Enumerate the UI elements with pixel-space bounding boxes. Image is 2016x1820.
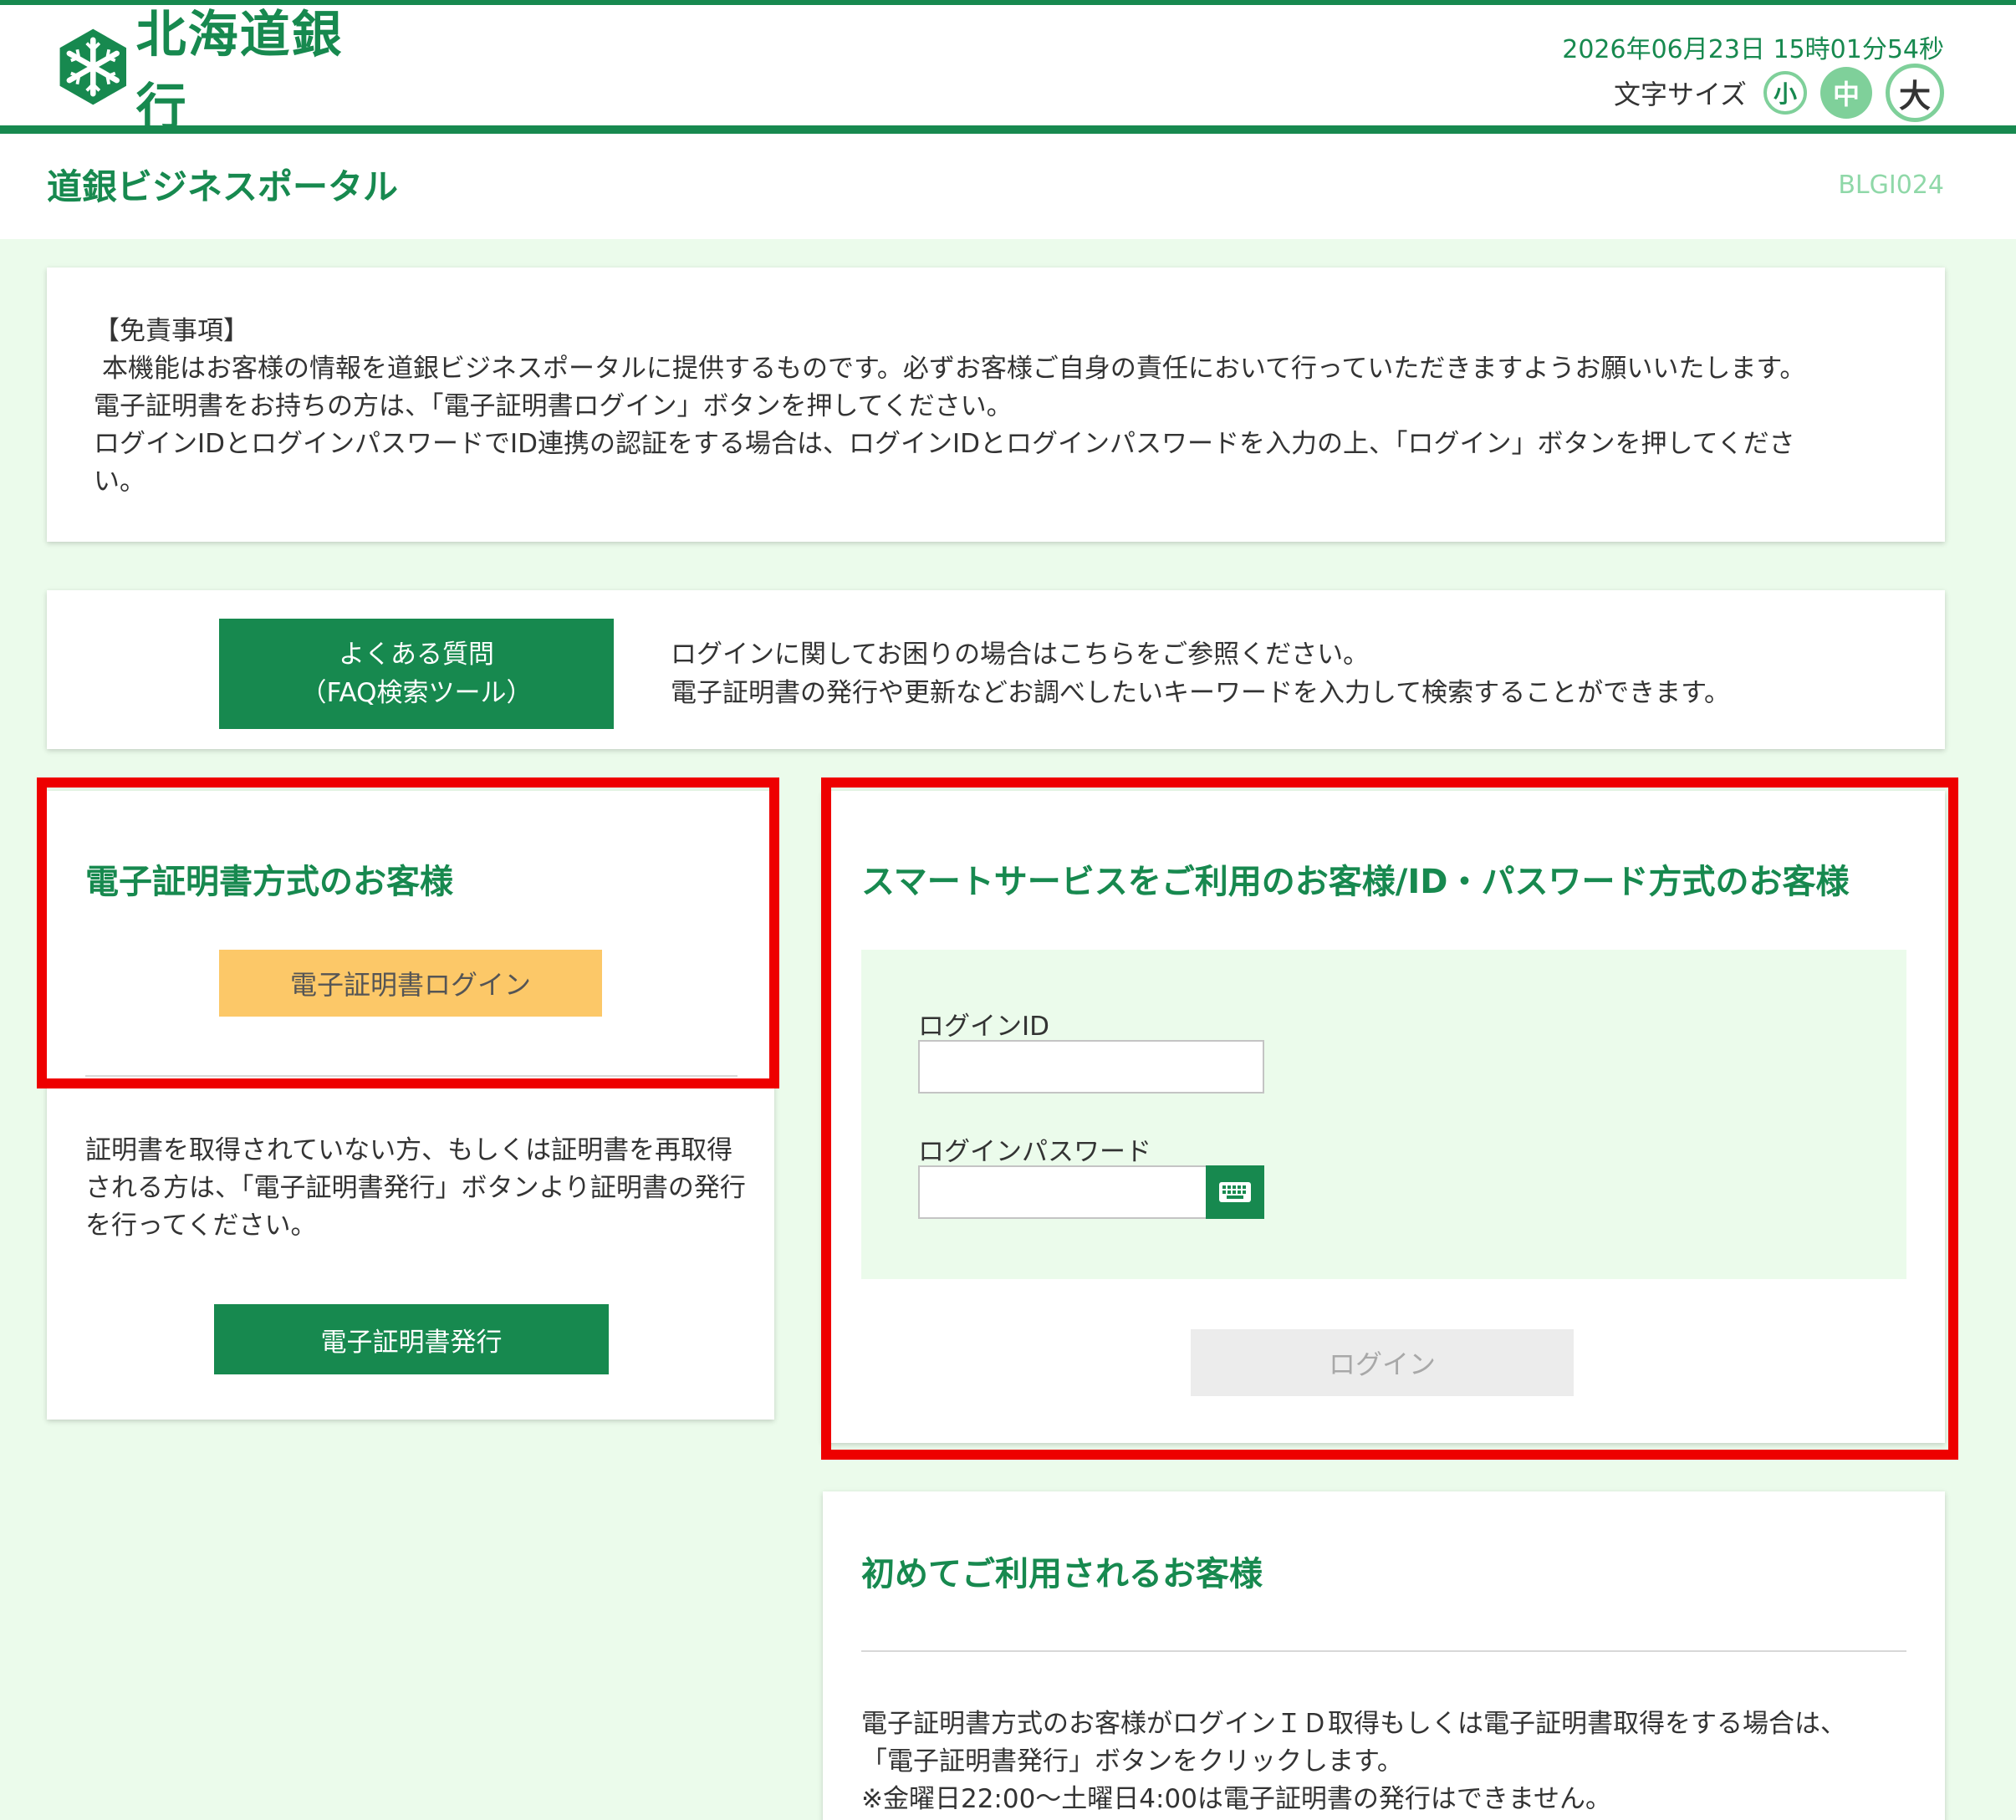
id-password-login-panel: スマートサービスをご利用のお客様/ID・パスワード方式のお客様 ログインID ロ… xyxy=(823,791,1945,1443)
first-time-description-line: 電子証明書方式のお客様がログインＩＤ取得もしくは電子証明書取得をする場合は、 xyxy=(861,1709,1846,1739)
faq-button[interactable]: よくある質問 （FAQ検索ツール） xyxy=(219,619,614,729)
certificate-description: 証明書を取得されていない方、もしくは証明書を再取得される方は、「電子証明書発行」… xyxy=(85,1135,746,1241)
keyboard-icon xyxy=(1219,1182,1251,1202)
certificate-section-title: 電子証明書方式のお客様 xyxy=(85,863,453,901)
font-size-small-button[interactable]: 小 xyxy=(1763,71,1807,115)
font-size-label: 文字サイズ xyxy=(1613,79,1747,110)
disclaimer-text: 本機能はお客様の情報を道銀ビジネスポータルに提供するものです。必ずお客様ご自身の… xyxy=(102,354,1806,384)
disclaimer-heading: 【免責事項】 xyxy=(94,316,249,346)
divider xyxy=(85,1075,737,1077)
font-size-medium-button[interactable]: 中 xyxy=(1820,67,1872,119)
first-time-panel: 初めてご利用されるお客様 電子証明書方式のお客様がログインＩＤ取得もしくは電子証… xyxy=(823,1491,1945,1820)
font-size-large-button[interactable]: 大 xyxy=(1886,64,1944,122)
login-id-input[interactable] xyxy=(918,1040,1264,1094)
title-bar: 道銀ビジネスポータル BLGI024 xyxy=(0,134,2016,239)
disclaimer-text: ログインIDとログインパスワードでID連携の認証をする場合は、ログインIDとログ… xyxy=(94,429,1795,459)
first-time-description-line: ※金曜日22:00～土曜日4:00は電子証明書の発行はできません。 xyxy=(861,1784,1611,1814)
page-title: 道銀ビジネスポータル xyxy=(47,166,399,207)
screen-id: BLGI024 xyxy=(1838,171,1944,200)
bank-logo[interactable]: 北海道銀行 xyxy=(47,6,391,137)
password-label: ログインパスワード xyxy=(918,1137,1151,1167)
font-size-switcher: 文字サイズ 小 中 大 xyxy=(1614,64,1944,122)
certificate-login-button[interactable]: 電子証明書ログイン xyxy=(219,950,602,1017)
disclaimer-text: 電子証明書をお持ちの方は、「電子証明書ログイン」ボタンを押してください。 xyxy=(94,391,1013,421)
first-time-section-title: 初めてご利用されるお客様 xyxy=(861,1555,1263,1593)
current-datetime: 2026年06月23日 15時01分54秒 xyxy=(1562,35,1944,64)
divider xyxy=(861,1650,1906,1652)
login-form: ログインID ログインパスワード xyxy=(861,950,1906,1279)
certificate-login-panel: 電子証明書方式のお客様 電子証明書ログイン 証明書を取得されていない方、もしくは… xyxy=(47,791,774,1420)
password-input[interactable] xyxy=(918,1165,1207,1219)
top-header: 北海道銀行 2026年06月23日 15時01分54秒 文字サイズ 小 中 大 xyxy=(0,0,2016,137)
login-id-label: ログインID xyxy=(918,1012,1050,1042)
certificate-issue-button[interactable]: 電子証明書発行 xyxy=(214,1304,609,1374)
faq-button-sublabel: （FAQ検索ツール） xyxy=(300,678,533,708)
logo-emblem-icon xyxy=(59,28,127,105)
faq-description-line: 電子証明書の発行や更新などお調べしたいキーワードを入力して検索することができます… xyxy=(671,678,1730,708)
id-password-section-title: スマートサービスをご利用のお客様/ID・パスワード方式のお客様 xyxy=(861,863,1850,901)
faq-panel: よくある質問 （FAQ検索ツール） ログインに関してお困りの場合はこちらをご参照… xyxy=(47,590,1945,749)
software-keyboard-button[interactable] xyxy=(1206,1165,1264,1219)
first-time-description-line: 「電子証明書発行」ボタンをクリックします。 xyxy=(861,1746,1403,1777)
disclaimer-text: い。 xyxy=(94,466,145,497)
faq-description-line: ログインに関してお困りの場合はこちらをご参照ください。 xyxy=(671,640,1370,670)
first-time-description: 電子証明書方式のお客様がログインＩＤ取得もしくは電子証明書取得をする場合は、 「… xyxy=(861,1705,1915,1818)
faq-button-label: よくある質問 xyxy=(339,640,494,670)
disclaimer-panel: 【免責事項】 本機能はお客様の情報を道銀ビジネスポータルに提供するものです。必ず… xyxy=(47,268,1945,542)
faq-description: ログインに関してお困りの場合はこちらをご参照ください。 電子証明書の発行や更新な… xyxy=(671,635,1730,712)
bank-name: 北海道銀行 xyxy=(135,6,344,137)
login-button[interactable]: ログイン xyxy=(1191,1329,1574,1396)
